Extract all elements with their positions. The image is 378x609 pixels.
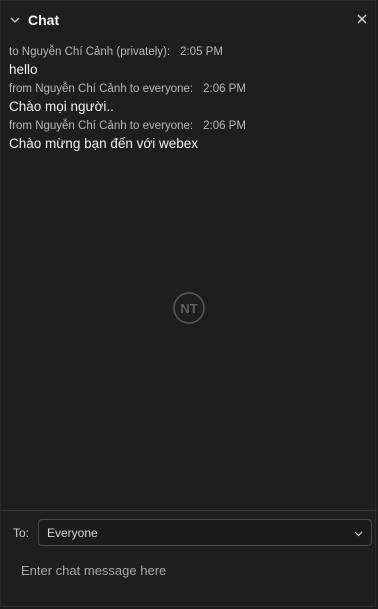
message-item: to Nguyễn Chí Cảnh (privately): 2:05 PM h…	[9, 44, 367, 81]
chevron-down-icon[interactable]	[9, 14, 21, 26]
recipient-value: Everyone	[47, 526, 98, 540]
message-sender: from Nguyễn Chí Cảnh to everyone:	[9, 120, 194, 132]
chevron-down-icon	[354, 531, 363, 537]
message-list: to Nguyễn Chí Cảnh (privately): 2:05 PM h…	[9, 44, 367, 155]
message-meta: to Nguyễn Chí Cảnh (privately): 2:05 PM	[9, 44, 367, 61]
message-time: 2:06 PM	[203, 83, 246, 95]
chat-message-input[interactable]	[13, 557, 369, 583]
message-sender: from Nguyễn Chí Cảnh to everyone:	[9, 83, 194, 95]
svg-text:NT: NT	[180, 301, 197, 316]
message-text: Chào mừng bạn đến với webex	[9, 136, 198, 151]
chat-header: Chat	[1, 1, 377, 39]
to-label: To:	[13, 526, 30, 540]
recipient-select[interactable]: Everyone	[38, 519, 372, 546]
message-time: 2:06 PM	[203, 120, 246, 132]
chat-panel: Chat to Nguyễn Chí Cảnh (privately): 2:05…	[0, 0, 377, 607]
message-meta: from Nguyễn Chí Cảnh to everyone: 2:06 PM	[9, 118, 367, 135]
message-text: hello	[9, 62, 38, 77]
message-meta: from Nguyễn Chí Cảnh to everyone: 2:06 PM	[9, 81, 367, 98]
compose-divider	[1, 510, 377, 511]
close-icon[interactable]	[356, 13, 368, 25]
message-item: from Nguyễn Chí Cảnh to everyone: 2:06 PM…	[9, 118, 367, 155]
message-text: Chào mọi người..	[9, 99, 114, 114]
watermark-logo: NT	[173, 292, 205, 324]
message-sender: to Nguyễn Chí Cảnh (privately):	[9, 46, 171, 58]
message-time: 2:05 PM	[180, 46, 223, 58]
message-item: from Nguyễn Chí Cảnh to everyone: 2:06 PM…	[9, 81, 367, 118]
chat-title: Chat	[28, 12, 60, 28]
